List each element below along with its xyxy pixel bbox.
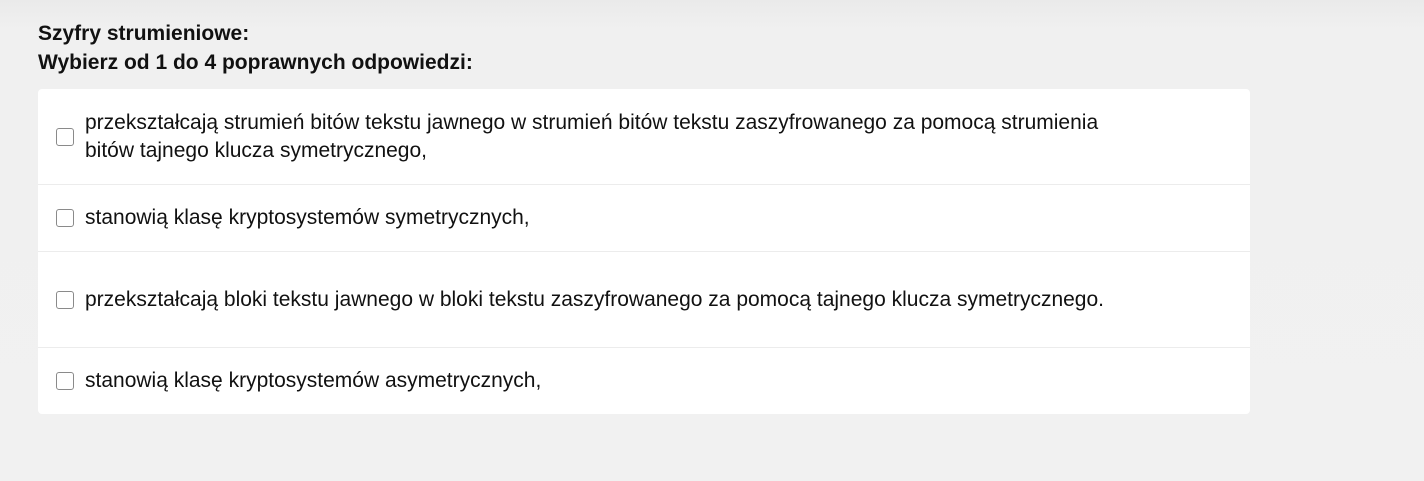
answer-text-4: stanowią klasę kryptosystemów asymetrycz… xyxy=(85,369,542,392)
quiz-question: Szyfry strumieniowe: Wybierz od 1 do 4 p… xyxy=(38,19,1250,414)
question-title: Szyfry strumieniowe: xyxy=(38,22,250,45)
question-instruction: Wybierz od 1 do 4 poprawnych odpowiedzi: xyxy=(38,51,473,74)
answer-option-4[interactable]: stanowią klasę kryptosystemów asymetrycz… xyxy=(38,348,1250,414)
answer-option-3[interactable]: przekształcają bloki tekstu jawnego w bl… xyxy=(38,252,1250,348)
answer-checkbox-2[interactable] xyxy=(56,209,74,227)
answer-checkbox-4[interactable] xyxy=(56,372,74,390)
answer-option-1[interactable]: przekształcają strumień bitów tekstu jaw… xyxy=(38,89,1250,185)
answer-text-3: przekształcają bloki tekstu jawnego w bl… xyxy=(85,287,1105,311)
answer-option-2[interactable]: stanowią klasę kryptosystemów symetryczn… xyxy=(38,185,1250,252)
answer-list: przekształcają strumień bitów tekstu jaw… xyxy=(38,89,1250,414)
answer-checkbox-3[interactable] xyxy=(56,290,74,309)
answer-text-2: stanowią klasę kryptosystemów symetryczn… xyxy=(85,206,530,229)
answer-checkbox-1[interactable] xyxy=(56,127,74,146)
answer-text-1: przekształcają strumień bitów tekstu jaw… xyxy=(85,110,1099,162)
